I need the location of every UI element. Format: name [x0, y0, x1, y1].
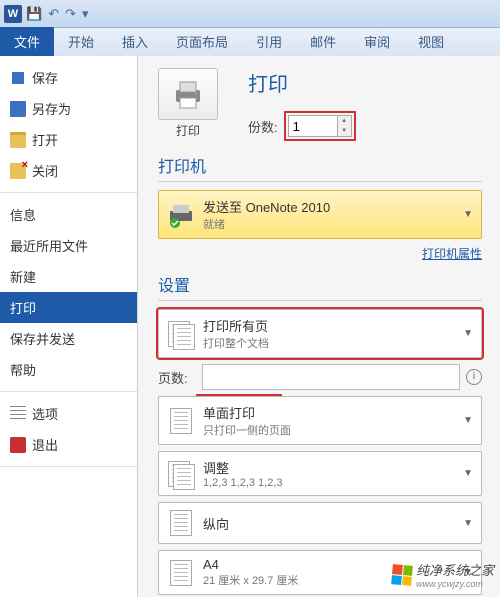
range-title: 打印所有页 — [203, 316, 455, 335]
copies-spinner[interactable]: ▲▼ — [338, 115, 352, 137]
portrait-icon — [167, 509, 195, 537]
sidebar-item-save-send[interactable]: 保存并发送 — [0, 323, 137, 354]
sidebar-label: 打开 — [32, 130, 58, 149]
sidebar-item-help[interactable]: 帮助 — [0, 354, 137, 385]
chevron-down-icon[interactable]: ▼ — [338, 126, 351, 136]
orientation-title: 纵向 — [203, 514, 455, 533]
watermark: 纯净系统之家 www.ycwjzy.com — [392, 560, 494, 589]
chevron-down-icon: ▼ — [463, 328, 473, 339]
duplex-dropdown[interactable]: 单面打印 只打印一侧的页面 ▼ — [158, 396, 482, 445]
redo-icon[interactable]: ↷ — [65, 6, 76, 22]
sidebar-item-saveas[interactable]: 另存为 — [0, 93, 137, 124]
chevron-down-icon: ▼ — [463, 468, 473, 479]
printer-status: 就绪 — [203, 216, 455, 232]
tab-layout[interactable]: 页面布局 — [162, 27, 242, 56]
print-panel: 打印 打印 份数: ▲▼ i 打印机 发送至 OneNote 2010 就绪 — [138, 56, 500, 597]
duplex-sub: 只打印一侧的页面 — [203, 422, 455, 438]
orientation-dropdown[interactable]: 纵向 ▼ — [158, 502, 482, 544]
sidebar-item-exit[interactable]: 退出 — [0, 429, 137, 460]
collate-icon — [167, 460, 195, 488]
chevron-up-icon[interactable]: ▲ — [338, 116, 351, 126]
sidebar-item-recent[interactable]: 最近所用文件 — [0, 230, 137, 261]
document-icon — [167, 320, 195, 348]
sidebar-item-info[interactable]: 信息 — [0, 199, 137, 230]
open-icon — [10, 132, 26, 148]
sidebar-item-options[interactable]: 选项 — [0, 398, 137, 429]
backstage-sidebar: 保存 另存为 打开 关闭 信息 最近所用文件 新建 打印 保存并发送 帮助 选项… — [0, 56, 138, 597]
chevron-down-icon: ▼ — [463, 209, 473, 220]
collate-sub: 1,2,3 1,2,3 1,2,3 — [203, 477, 455, 489]
printer-dropdown[interactable]: 发送至 OneNote 2010 就绪 ▼ — [158, 190, 482, 239]
qat-dropdown-icon[interactable]: ▾ — [82, 6, 89, 22]
ribbon-tabs: 文件 开始 插入 页面布局 引用 邮件 审阅 视图 — [0, 28, 500, 56]
undo-icon[interactable]: ↶ — [48, 6, 59, 22]
copies-highlight: ▲▼ — [284, 111, 356, 141]
settings-section-title: 设置 — [158, 272, 482, 296]
options-icon — [10, 406, 26, 422]
sidebar-item-print[interactable]: 打印 — [0, 292, 137, 323]
watermark-logo — [391, 564, 413, 586]
tab-references[interactable]: 引用 — [242, 27, 296, 56]
printer-name: 发送至 OneNote 2010 — [203, 197, 455, 216]
tab-home[interactable]: 开始 — [54, 27, 108, 56]
sidebar-label: 选项 — [32, 404, 58, 423]
sidebar-item-close[interactable]: 关闭 — [0, 155, 137, 186]
close-icon — [10, 163, 26, 179]
exit-icon — [10, 437, 26, 453]
quick-access-toolbar: 💾 ↶ ↷ ▾ — [26, 6, 89, 22]
paper-icon — [167, 559, 195, 587]
tab-review[interactable]: 审阅 — [350, 27, 404, 56]
sidebar-item-new[interactable]: 新建 — [0, 261, 137, 292]
copies-input[interactable] — [288, 115, 338, 137]
chevron-down-icon: ▼ — [463, 415, 473, 426]
app-icon: W — [4, 5, 22, 23]
sidebar-label: 关闭 — [32, 161, 58, 180]
tab-mailings[interactable]: 邮件 — [296, 27, 350, 56]
print-title: 打印 — [248, 68, 356, 97]
sidebar-item-open[interactable]: 打开 — [0, 124, 137, 155]
range-sub: 打印整个文档 — [203, 335, 455, 351]
printer-section-title: 打印机 — [158, 153, 482, 177]
save-icon[interactable]: 💾 — [26, 6, 42, 22]
tab-insert[interactable]: 插入 — [108, 27, 162, 56]
save-icon — [10, 70, 26, 86]
printer-icon — [170, 76, 206, 112]
tab-view[interactable]: 视图 — [404, 27, 458, 56]
print-range-dropdown[interactable]: 打印所有页 打印整个文档 ▼ — [158, 309, 482, 358]
title-bar: W 💾 ↶ ↷ ▾ — [0, 0, 500, 28]
duplex-title: 单面打印 — [203, 403, 455, 422]
sidebar-label: 保存 — [32, 68, 58, 87]
tab-file[interactable]: 文件 — [0, 27, 54, 56]
copies-label: 份数: — [248, 117, 278, 136]
watermark-url: www.ycwjzy.com — [416, 579, 494, 589]
sidebar-label: 退出 — [32, 435, 58, 454]
sidebar-item-save[interactable]: 保存 — [0, 62, 137, 93]
pages-label: 页数: — [158, 368, 196, 387]
collate-dropdown[interactable]: 调整 1,2,3 1,2,3 1,2,3 ▼ — [158, 451, 482, 496]
print-button-label: 打印 — [158, 122, 218, 139]
saveas-icon — [10, 101, 26, 117]
printer-properties-link[interactable]: 打印机属性 — [158, 245, 482, 262]
print-button[interactable] — [158, 68, 218, 120]
info-icon[interactable]: i — [466, 369, 482, 385]
watermark-text: 纯净系统之家 — [416, 560, 494, 579]
sidebar-label: 另存为 — [32, 99, 71, 118]
collate-title: 调整 — [203, 458, 455, 477]
chevron-down-icon: ▼ — [463, 518, 473, 529]
printer-status-icon — [167, 201, 195, 229]
pages-input[interactable] — [202, 364, 460, 390]
page-icon — [167, 407, 195, 435]
